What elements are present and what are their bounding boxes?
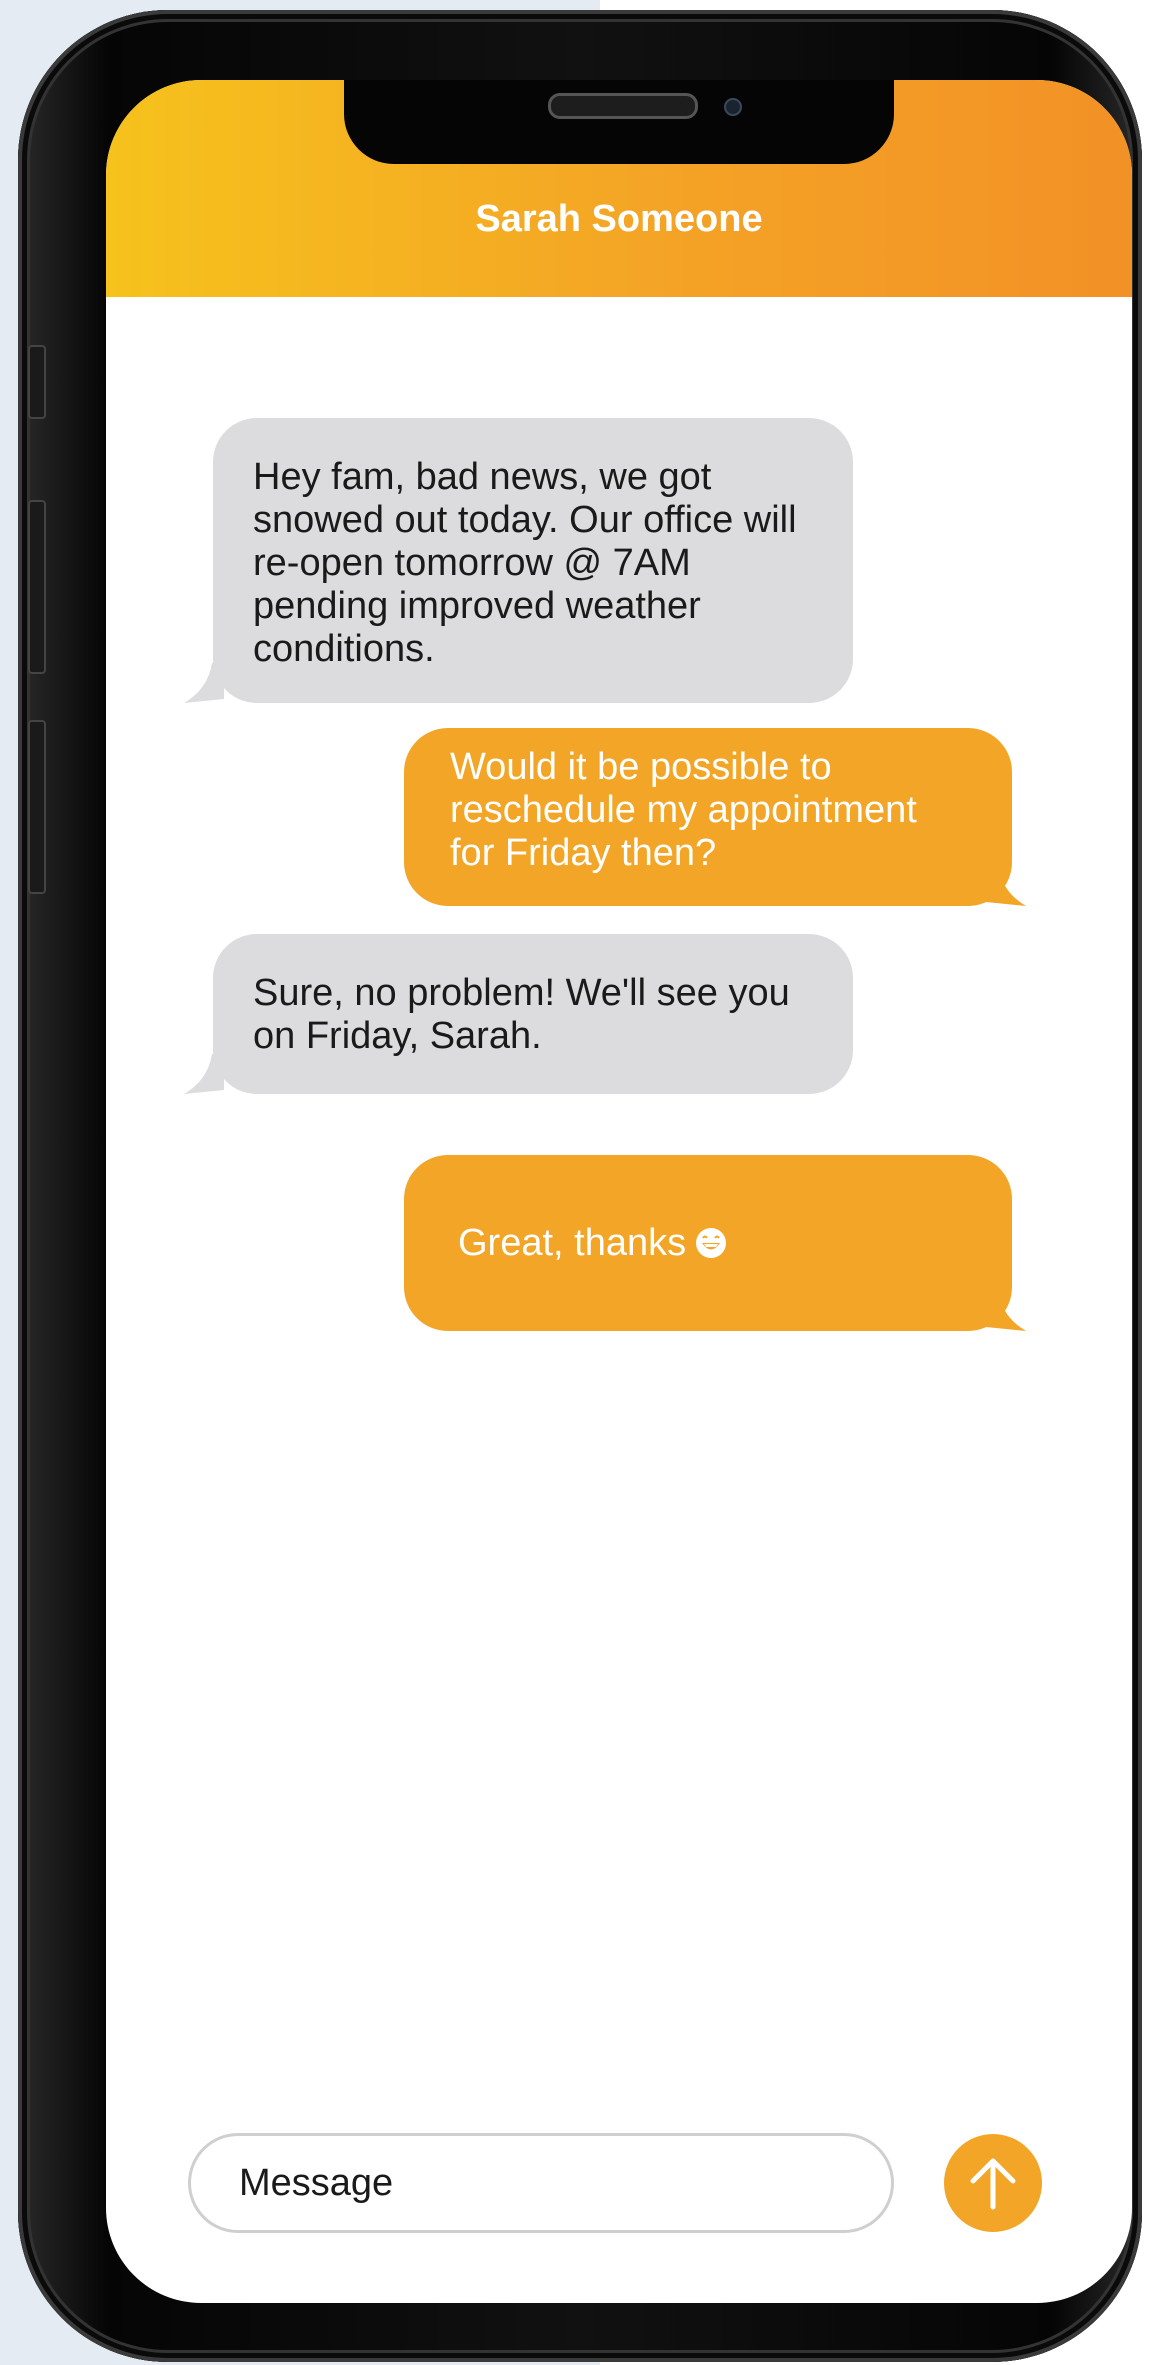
volume-up-button <box>28 500 46 674</box>
message-input[interactable] <box>239 2136 839 2230</box>
bubble-tail-received <box>184 663 224 703</box>
contact-name[interactable]: Sarah Someone <box>106 198 1132 241</box>
message-bubble-received: Sure, no problem! We'll see you on Frida… <box>213 934 853 1094</box>
volume-down-button <box>28 720 46 894</box>
grinning-face-icon <box>696 1228 727 1258</box>
bubble-tail-sent <box>986 1291 1026 1331</box>
silent-switch <box>28 345 46 419</box>
message-input-container <box>188 2133 894 2233</box>
message-bubble-sent: Would it be possible to reschedule my ap… <box>404 728 1012 906</box>
message-text: Would it be possible to reschedule my ap… <box>450 746 917 874</box>
message-bubble-sent: Great, thanks <box>404 1155 1012 1331</box>
message-bubble-received: Hey fam, bad news, we got snowed out tod… <box>213 418 853 703</box>
arrow-up-icon <box>970 2158 1016 2210</box>
send-button[interactable] <box>944 2134 1042 2232</box>
message-text: Great, thanks <box>458 1221 687 1264</box>
message-text: Hey fam, bad news, we got snowed out tod… <box>253 456 797 670</box>
conversation-header: Sarah Someone <box>106 80 1132 297</box>
bubble-tail-sent <box>986 866 1026 906</box>
message-text: Sure, no problem! We'll see you on Frida… <box>253 972 790 1057</box>
speaker-grille <box>548 93 698 119</box>
front-camera <box>724 98 742 116</box>
phone-frame: Sarah Someone Hey fam, bad news, we got … <box>18 10 1142 2362</box>
phone-screen: Sarah Someone Hey fam, bad news, we got … <box>106 80 1132 2303</box>
bubble-tail-received <box>184 1054 224 1094</box>
